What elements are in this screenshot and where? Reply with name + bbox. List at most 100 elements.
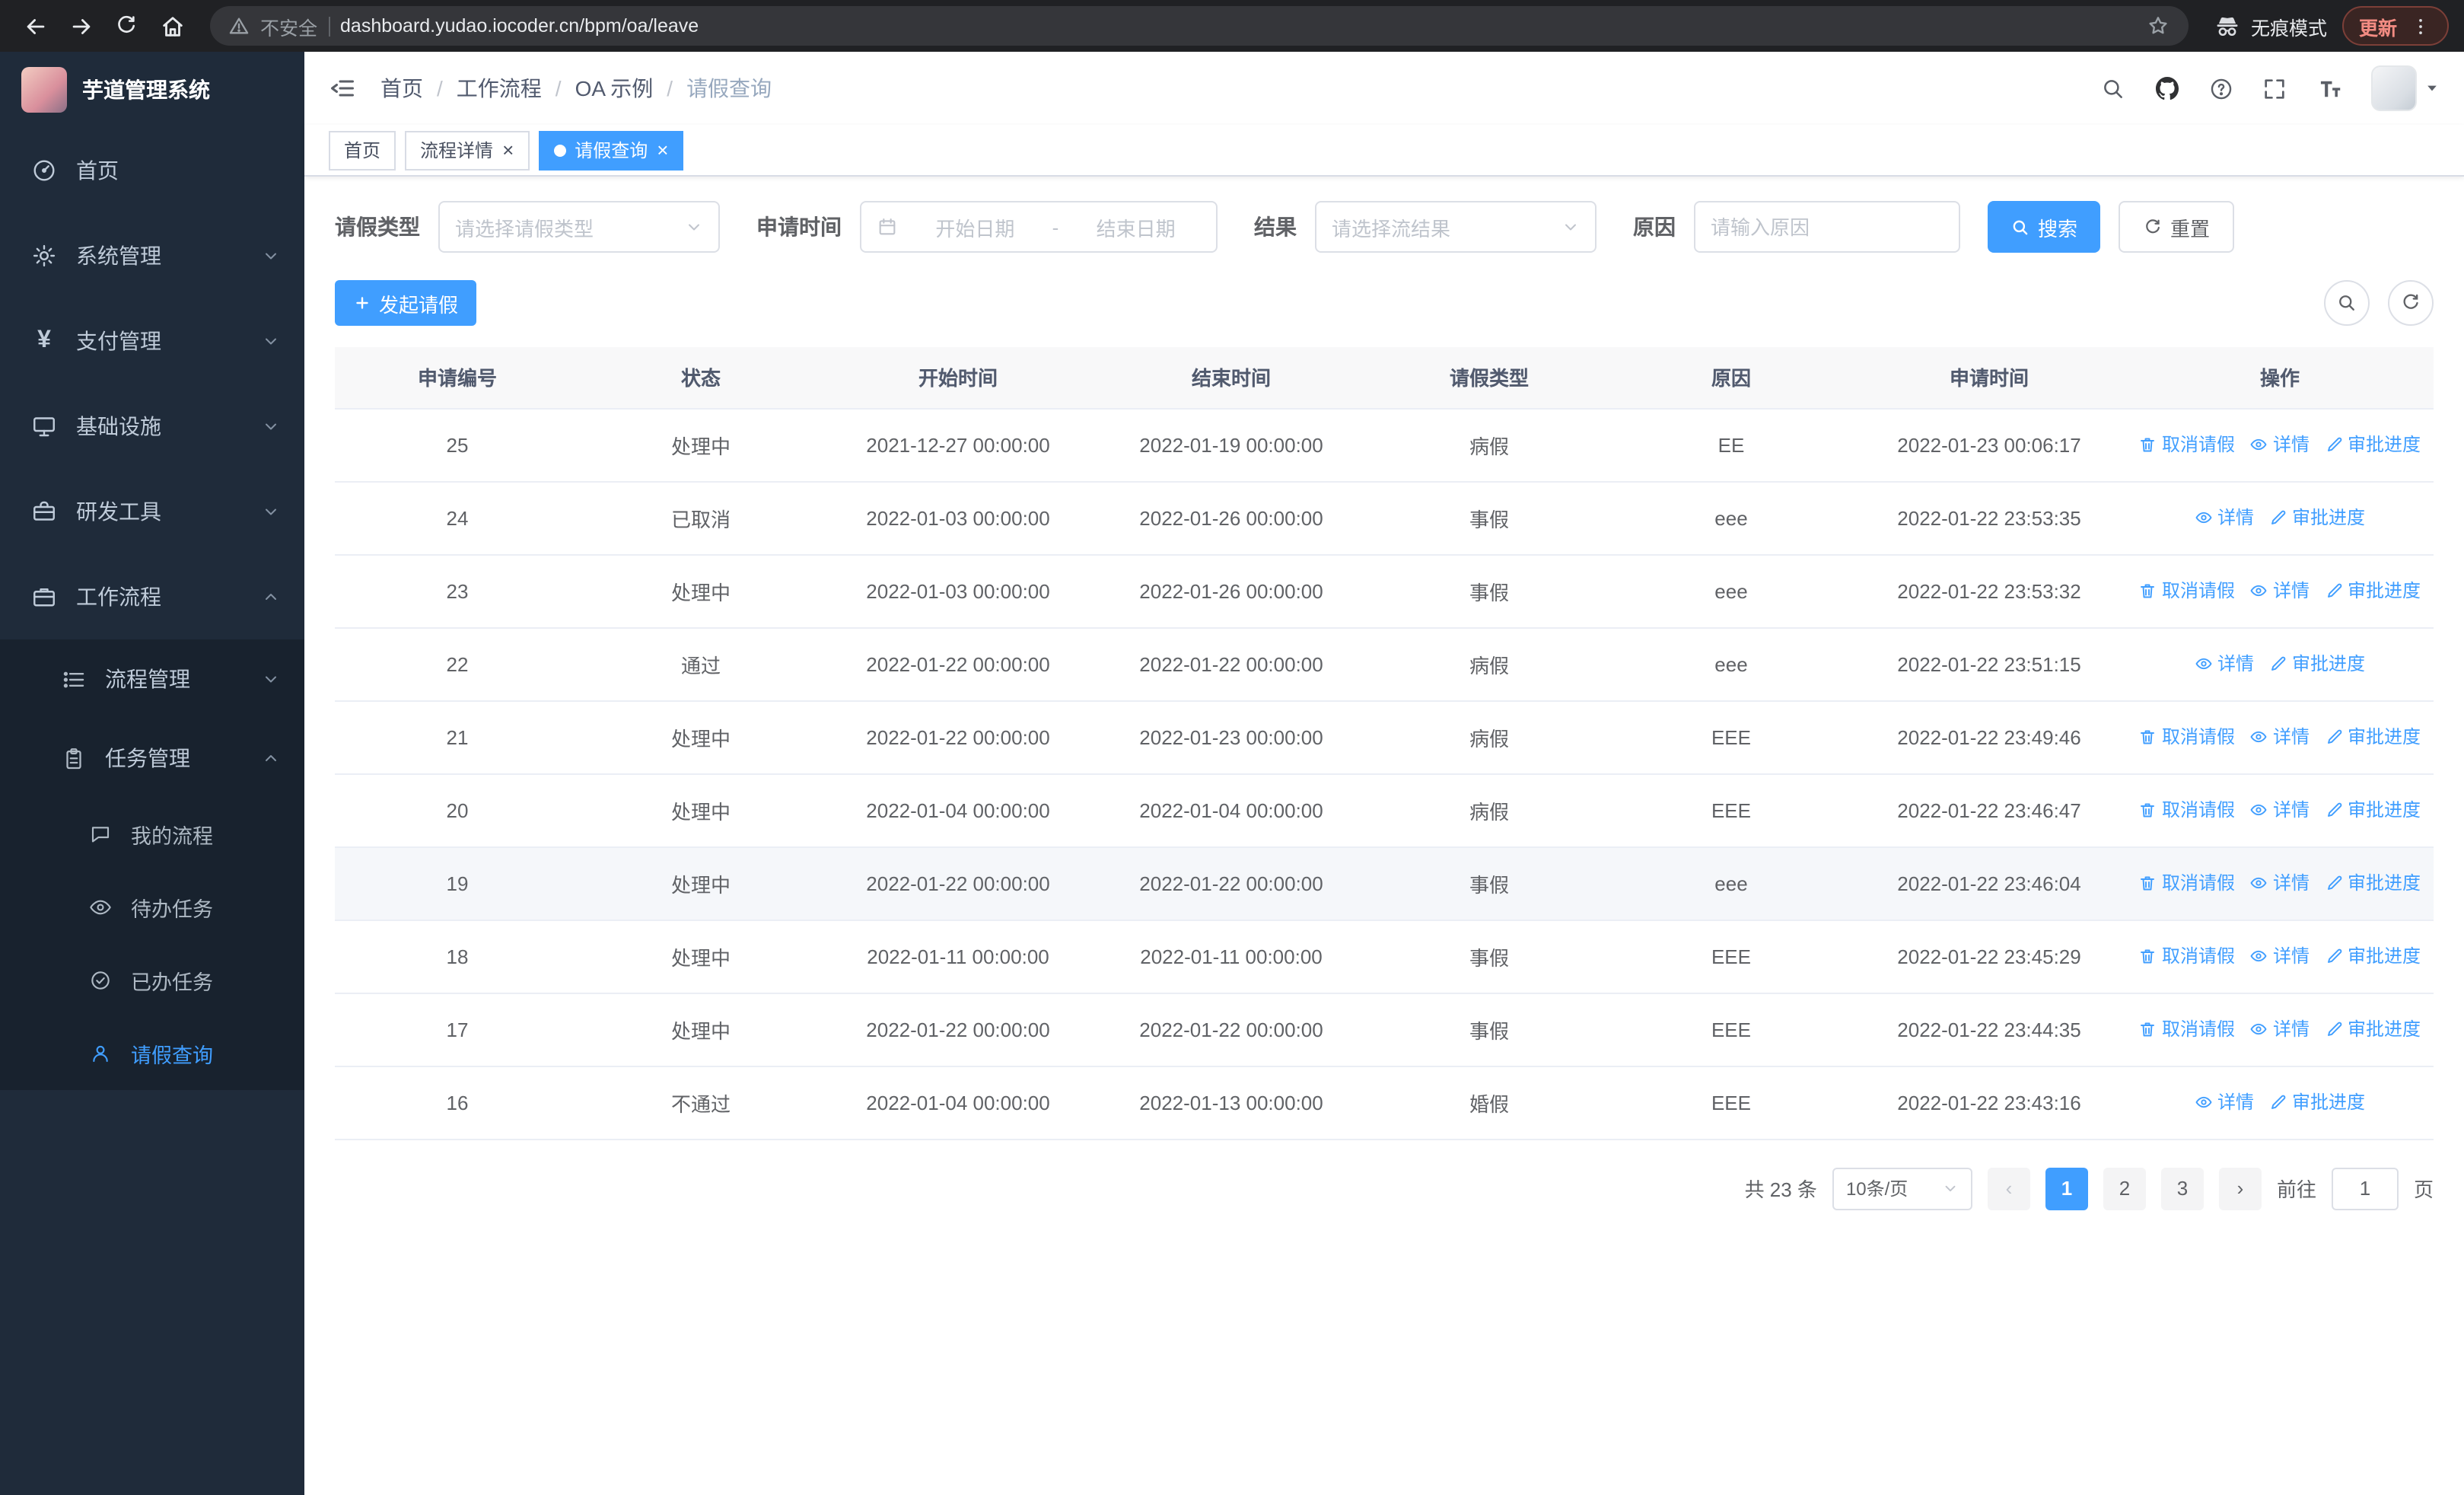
detail-button-label: 详情 <box>2272 872 2310 894</box>
fullscreen-button[interactable] <box>2262 75 2287 101</box>
page-button-1[interactable]: 1 <box>2045 1167 2088 1210</box>
detail-button[interactable]: 详情 <box>2250 1016 2310 1042</box>
breadcrumb-item[interactable]: 首页 <box>380 73 423 104</box>
cell-applied: 2022-01-22 23:53:32 <box>1852 554 2126 628</box>
goto-page-input[interactable] <box>2331 1167 2399 1210</box>
detail-button[interactable]: 详情 <box>2250 432 2310 457</box>
sidebar-item-system[interactable]: 系统管理 <box>0 213 304 298</box>
reason-input[interactable] <box>1694 201 1960 253</box>
page-size-select[interactable]: 10条/页 <box>1832 1167 1972 1210</box>
reset-button[interactable]: 重置 <box>2119 201 2235 253</box>
apply-time-range-picker[interactable]: 开始日期 - 结束日期 <box>860 201 1218 253</box>
chevron-down-icon <box>266 338 276 345</box>
browser-back-button[interactable] <box>15 6 55 46</box>
toggle-search-button[interactable] <box>2324 280 2370 326</box>
help-button[interactable] <box>2208 75 2234 101</box>
edit-icon <box>2327 1022 2341 1036</box>
sidebar-item-workflow[interactable]: 工作流程 <box>0 554 304 639</box>
approval-progress-button[interactable]: 审批进度 <box>2325 432 2421 457</box>
delete-icon <box>2141 584 2155 598</box>
edit-icon <box>2327 948 2341 963</box>
sidebar-item-task-mgmt[interactable]: 任务管理 <box>0 719 304 798</box>
approval-progress-button[interactable]: 审批进度 <box>2269 1089 2365 1115</box>
header-search-button[interactable] <box>2100 75 2126 101</box>
detail-button[interactable]: 详情 <box>2250 724 2310 750</box>
sidebar-item-my-process[interactable]: 我的流程 <box>0 798 304 871</box>
approval-progress-button[interactable]: 审批进度 <box>2269 505 2365 531</box>
page-button-3[interactable]: 3 <box>2160 1167 2204 1210</box>
cancel-leave-button[interactable]: 取消请假 <box>2139 724 2235 750</box>
approval-progress-button[interactable]: 审批进度 <box>2325 943 2421 969</box>
result-select[interactable]: 请选择流结果 <box>1315 201 1597 253</box>
detail-button[interactable]: 详情 <box>2250 578 2310 604</box>
cancel-leave-button[interactable]: 取消请假 <box>2139 943 2235 969</box>
browser-update-chip[interactable]: 更新 <box>2341 6 2449 46</box>
browser-home-button[interactable] <box>152 6 192 46</box>
prev-page-button[interactable]: ‹ <box>1987 1167 2030 1210</box>
edit-icon <box>2327 729 2341 744</box>
view-icon <box>2251 804 2268 815</box>
tab-home[interactable]: 首页 <box>329 130 396 170</box>
detail-button[interactable]: 详情 <box>2195 651 2254 677</box>
tab-close-icon[interactable]: × <box>502 140 514 160</box>
cell-status: 通过 <box>580 627 822 701</box>
cancel-leave-button[interactable]: 取消请假 <box>2139 797 2235 823</box>
approval-progress-button[interactable]: 审批进度 <box>2325 724 2421 750</box>
font-size-button[interactable] <box>2315 74 2344 103</box>
browser-forward-button[interactable] <box>61 6 100 46</box>
approval-progress-button[interactable]: 审批进度 <box>2325 578 2421 604</box>
detail-button[interactable]: 详情 <box>2250 870 2310 896</box>
user-menu[interactable] <box>2371 65 2440 111</box>
main-area: 首页 / 工作流程 / OA 示例 / 请假查询 首页 流程详情 × 请假查询 … <box>304 52 2464 1495</box>
page-url[interactable]: dashboard.yudao.iocoder.cn/bpm/oa/leave <box>340 15 2135 37</box>
detail-button[interactable]: 详情 <box>2250 797 2310 823</box>
back-arrow-icon <box>26 18 44 33</box>
tab-leave-query[interactable]: 请假查询 × <box>538 130 684 170</box>
refresh-icon <box>2403 294 2418 309</box>
approval-progress-button-label: 审批进度 <box>2348 726 2421 748</box>
sidebar-item-done-tasks[interactable]: 已办任务 <box>0 944 304 1017</box>
sidebar-item-process-mgmt[interactable]: 流程管理 <box>0 639 304 719</box>
approval-progress-button[interactable]: 审批进度 <box>2325 870 2421 896</box>
sidebar-item-infrastructure[interactable]: 基础设施 <box>0 384 304 469</box>
browser-menu-icon[interactable] <box>2409 14 2432 37</box>
page-button-2[interactable]: 2 <box>2103 1167 2146 1210</box>
refresh-table-button[interactable] <box>2388 280 2434 326</box>
cancel-leave-button[interactable]: 取消请假 <box>2139 1016 2235 1042</box>
cancel-leave-button[interactable]: 取消请假 <box>2139 870 2235 896</box>
tab-process-detail[interactable]: 流程详情 × <box>405 130 530 170</box>
detail-button[interactable]: 详情 <box>2195 505 2254 531</box>
sidebar-item-devtools[interactable]: 研发工具 <box>0 469 304 554</box>
breadcrumb-item[interactable]: OA 示例 <box>575 73 654 104</box>
page-content: 请假类型 请选择请假类型 申请时间 开始日期 - 结束日期 结果 请选择流结果 … <box>304 177 2464 1495</box>
incognito-badge: 无痕模式 <box>2213 11 2327 40</box>
cell-id: 22 <box>335 627 580 701</box>
next-page-button[interactable]: › <box>2218 1167 2262 1210</box>
github-link-button[interactable] <box>2154 75 2181 102</box>
approval-progress-button[interactable]: 审批进度 <box>2325 797 2421 823</box>
bookmark-star-icon[interactable] <box>2146 14 2170 38</box>
header-actions <box>2100 65 2440 111</box>
detail-button[interactable]: 详情 <box>2195 1089 2254 1115</box>
cancel-leave-button[interactable]: 取消请假 <box>2139 578 2235 604</box>
page-size-value: 10条/页 <box>1845 1178 1908 1200</box>
tab-close-icon[interactable]: × <box>657 140 668 160</box>
sidebar-item-payment[interactable]: ¥ 支付管理 <box>0 298 304 384</box>
detail-button[interactable]: 详情 <box>2250 943 2310 969</box>
cancel-leave-button[interactable]: 取消请假 <box>2139 432 2235 457</box>
sidebar-item-leave-query[interactable]: 请假查询 <box>0 1017 304 1090</box>
address-bar[interactable]: 不安全 dashboard.yudao.iocoder.cn/bpm/oa/le… <box>210 6 2189 46</box>
cancel-leave-button-label: 取消请假 <box>2161 434 2235 456</box>
approval-progress-button[interactable]: 审批进度 <box>2325 1016 2421 1042</box>
security-indicator[interactable]: 不安全 <box>260 11 317 40</box>
sidebar-item-todo-tasks[interactable]: 待办任务 <box>0 871 304 944</box>
approval-progress-button[interactable]: 审批进度 <box>2269 651 2365 677</box>
sidebar-item-home[interactable]: 首页 <box>0 128 304 213</box>
breadcrumb-item[interactable]: 工作流程 <box>457 73 542 104</box>
leave-type-select[interactable]: 请选择请假类型 <box>438 201 720 253</box>
cell-start: 2022-01-04 00:00:00 <box>822 773 1094 847</box>
search-button[interactable]: 搜索 <box>1988 201 2101 253</box>
create-leave-button[interactable]: 发起请假 <box>335 280 477 326</box>
browser-reload-button[interactable] <box>107 6 146 46</box>
sidebar-collapse-button[interactable] <box>329 75 356 102</box>
